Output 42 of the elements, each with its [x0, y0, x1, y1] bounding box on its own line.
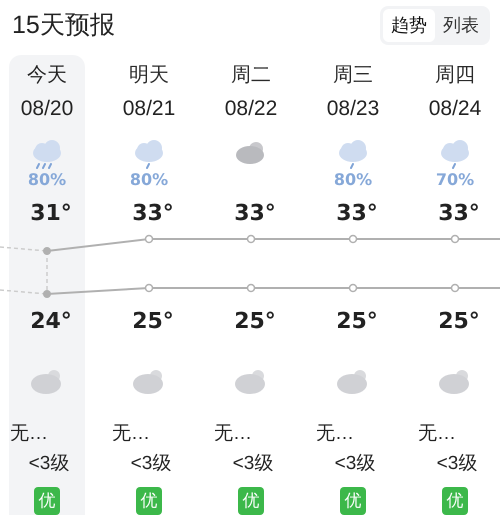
wind-level: <3级	[436, 454, 478, 473]
air-quality-badge: 优	[442, 487, 468, 515]
wind-direction: 无…	[418, 424, 456, 443]
precipitation-chance: 80%	[334, 172, 372, 188]
wind-direction: 无…	[316, 424, 354, 443]
precipitation-chance: 80%	[28, 172, 66, 188]
wind-level: <3级	[232, 454, 274, 473]
air-quality-badge: 优	[34, 487, 60, 515]
page-title: 15天预报	[12, 12, 115, 38]
low-temperature: 25°	[438, 311, 480, 333]
weekday-label: 周三	[333, 65, 373, 85]
air-quality-badge: 优	[238, 487, 264, 515]
date-label: 08/24	[428, 98, 482, 119]
wind-direction: 无…	[214, 424, 252, 443]
wind-level: <3级	[130, 454, 172, 473]
wind-direction: 无…	[10, 424, 48, 443]
air-quality-badge: 优	[340, 487, 366, 515]
view-tab[interactable]: 列表	[435, 8, 487, 42]
weekday-label: 明天	[129, 65, 169, 85]
precipitation-chance: 70%	[436, 172, 474, 188]
low-temperature: 25°	[132, 311, 174, 333]
wind-level: <3级	[28, 454, 70, 473]
low-temperature: 25°	[234, 311, 276, 333]
high-temperature: 31°	[30, 203, 72, 225]
date-label: 08/20	[20, 98, 74, 119]
air-quality-badge: 优	[136, 487, 162, 515]
date-label: 08/23	[326, 98, 380, 119]
high-temperature: 33°	[336, 203, 378, 225]
high-temperature: 33°	[438, 203, 480, 225]
high-temperature: 33°	[234, 203, 276, 225]
weekday-label: 今天	[27, 65, 67, 85]
date-label: 08/22	[224, 98, 278, 119]
precipitation-chance: 80%	[130, 172, 168, 188]
view-tab[interactable]: 趋势	[383, 8, 435, 42]
high-temperature: 33°	[132, 203, 174, 225]
wind-level: <3级	[334, 454, 376, 473]
wind-direction: 无…	[112, 424, 150, 443]
low-temperature: 25°	[336, 311, 378, 333]
date-label: 08/21	[122, 98, 176, 119]
weekday-label: 周四	[435, 65, 475, 85]
low-temperature: 24°	[30, 311, 72, 333]
weekday-label: 周二	[231, 65, 271, 85]
